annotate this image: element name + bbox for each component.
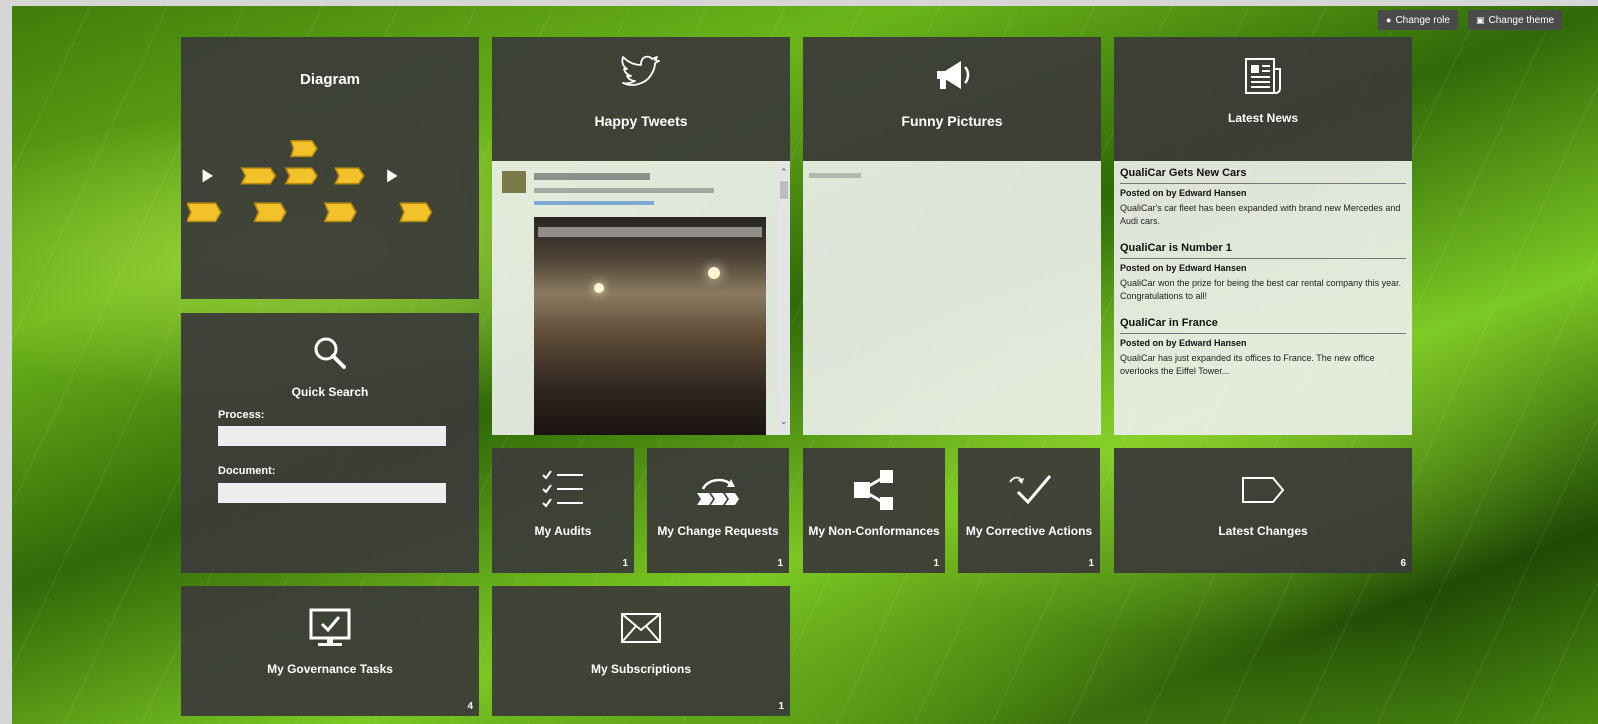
news-item-body: QualiCar has just expanded its offices t… bbox=[1120, 353, 1375, 376]
tweet-link-blurred bbox=[534, 201, 654, 205]
checklist-icon bbox=[542, 470, 583, 508]
document-label: Document: bbox=[218, 465, 276, 477]
my-audits-tile[interactable]: My Audits 1 bbox=[492, 448, 634, 573]
my-subscriptions-count: 1 bbox=[778, 701, 784, 712]
tweet-photo[interactable] bbox=[534, 217, 766, 435]
news-item[interactable]: QualiCar is Number 1 Posted on by Edward… bbox=[1120, 242, 1406, 303]
latest-changes-label: Latest Changes bbox=[1218, 524, 1308, 538]
megaphone-icon bbox=[937, 61, 970, 89]
news-item-title[interactable]: QualiCar in France bbox=[1120, 317, 1406, 334]
my-non-conformances-label: My Non-Conformances bbox=[808, 524, 940, 538]
news-item-title[interactable]: QualiCar is Number 1 bbox=[1120, 242, 1406, 259]
photo-caption-blurred bbox=[538, 227, 762, 237]
funny-pictures-panel[interactable] bbox=[803, 161, 1101, 435]
latest-changes-count: 6 bbox=[1400, 558, 1406, 569]
latest-changes-tile[interactable]: Latest Changes 6 bbox=[1114, 448, 1412, 573]
process-arrow-icon bbox=[697, 478, 739, 505]
envelope-icon bbox=[621, 613, 661, 643]
my-corrective-actions-count: 1 bbox=[1088, 558, 1094, 569]
twitter-bird-icon bbox=[621, 55, 660, 86]
image-icon: ▣ bbox=[1476, 14, 1485, 25]
happy-tweets-title: Happy Tweets bbox=[594, 113, 688, 129]
latest-news-title: Latest News bbox=[1227, 111, 1299, 125]
my-subscriptions-tile[interactable]: My Subscriptions 1 bbox=[492, 586, 790, 716]
latest-news-panel: QualiCar Gets New Cars Posted on by Edwa… bbox=[1114, 161, 1412, 435]
my-governance-tasks-label: My Governance Tasks bbox=[267, 662, 393, 676]
document-input[interactable] bbox=[218, 483, 446, 503]
search-icon bbox=[314, 337, 346, 369]
my-subscriptions-label: My Subscriptions bbox=[590, 662, 691, 676]
diagram-title: Diagram bbox=[299, 71, 361, 88]
news-item[interactable]: QualiCar in France Posted on by Edward H… bbox=[1120, 317, 1406, 378]
my-change-requests-tile[interactable]: My Change Requests 1 bbox=[647, 448, 789, 573]
news-item[interactable]: QualiCar Gets New Cars Posted on by Edwa… bbox=[1120, 167, 1406, 228]
end-play-icon bbox=[387, 169, 398, 183]
monitor-check-icon bbox=[309, 608, 351, 646]
newspaper-icon bbox=[1245, 58, 1281, 94]
tweets-feed-panel[interactable]: ⌃ ⌄ bbox=[492, 161, 790, 435]
scroll-thumb[interactable] bbox=[780, 181, 788, 199]
my-governance-tasks-tile[interactable]: My Governance Tasks 4 bbox=[181, 586, 479, 716]
my-corrective-actions-tile[interactable]: My Corrective Actions 1 bbox=[958, 448, 1100, 573]
my-governance-tasks-count: 4 bbox=[467, 701, 473, 712]
my-non-conformances-count: 1 bbox=[933, 558, 939, 569]
funny-pictures-title: Funny Pictures bbox=[901, 113, 1003, 129]
start-play-icon bbox=[202, 169, 213, 183]
tag-icon bbox=[1242, 477, 1285, 503]
tweet-text-blurred bbox=[534, 188, 714, 193]
my-audits-label: My Audits bbox=[534, 524, 592, 538]
share-nodes-icon bbox=[854, 470, 893, 510]
photo-light bbox=[594, 283, 604, 293]
tweet-avatar bbox=[502, 171, 526, 193]
my-corrective-actions-label: My Corrective Actions bbox=[965, 524, 1093, 538]
news-item-body: QualiCar's car fleet has been expanded w… bbox=[1120, 203, 1401, 226]
change-role-label: Change role bbox=[1395, 14, 1450, 26]
tweet-author-blurred bbox=[534, 173, 650, 180]
process-input[interactable] bbox=[218, 426, 446, 446]
happy-tweets-tile[interactable]: Happy Tweets bbox=[492, 37, 790, 161]
news-item-meta: Posted on by Edward Hansen bbox=[1120, 263, 1247, 273]
funny-picture-blurred-text bbox=[809, 173, 861, 178]
my-change-requests-count: 1 bbox=[777, 558, 783, 569]
process-label: Process: bbox=[218, 409, 265, 421]
photo-light bbox=[708, 267, 720, 279]
person-icon: ● bbox=[1386, 15, 1392, 25]
scroll-down-icon[interactable]: ⌄ bbox=[780, 416, 788, 427]
change-theme-label: Change theme bbox=[1488, 14, 1555, 26]
quick-search-title: Quick Search bbox=[291, 385, 369, 399]
scroll-up-icon[interactable]: ⌃ bbox=[780, 167, 788, 178]
news-item-title[interactable]: QualiCar Gets New Cars bbox=[1120, 167, 1406, 184]
tweets-scrollbar[interactable]: ⌃ ⌄ bbox=[778, 161, 790, 435]
my-change-requests-label: My Change Requests bbox=[657, 524, 779, 538]
news-item-body: QualiCar won the prize for being the bes… bbox=[1120, 278, 1402, 301]
dashboard-background: ● Change role ▣ Change theme Diagram Qui… bbox=[12, 6, 1598, 724]
news-item-meta: Posted on by Edward Hansen bbox=[1120, 188, 1247, 198]
quick-search-tile: Quick Search Process: Document: bbox=[181, 313, 479, 573]
funny-pictures-tile[interactable]: Funny Pictures bbox=[803, 37, 1101, 161]
diagram-tile[interactable]: Diagram bbox=[181, 37, 479, 299]
change-role-button[interactable]: ● Change role bbox=[1378, 10, 1458, 30]
my-non-conformances-tile[interactable]: My Non-Conformances 1 bbox=[803, 448, 945, 573]
process-diagram-image[interactable] bbox=[187, 133, 447, 237]
my-audits-count: 1 bbox=[622, 558, 628, 569]
checkmark-icon bbox=[1009, 475, 1052, 505]
latest-news-tile[interactable]: Latest News bbox=[1114, 37, 1412, 161]
change-theme-button[interactable]: ▣ Change theme bbox=[1468, 10, 1563, 30]
news-item-meta: Posted on by Edward Hansen bbox=[1120, 338, 1247, 348]
